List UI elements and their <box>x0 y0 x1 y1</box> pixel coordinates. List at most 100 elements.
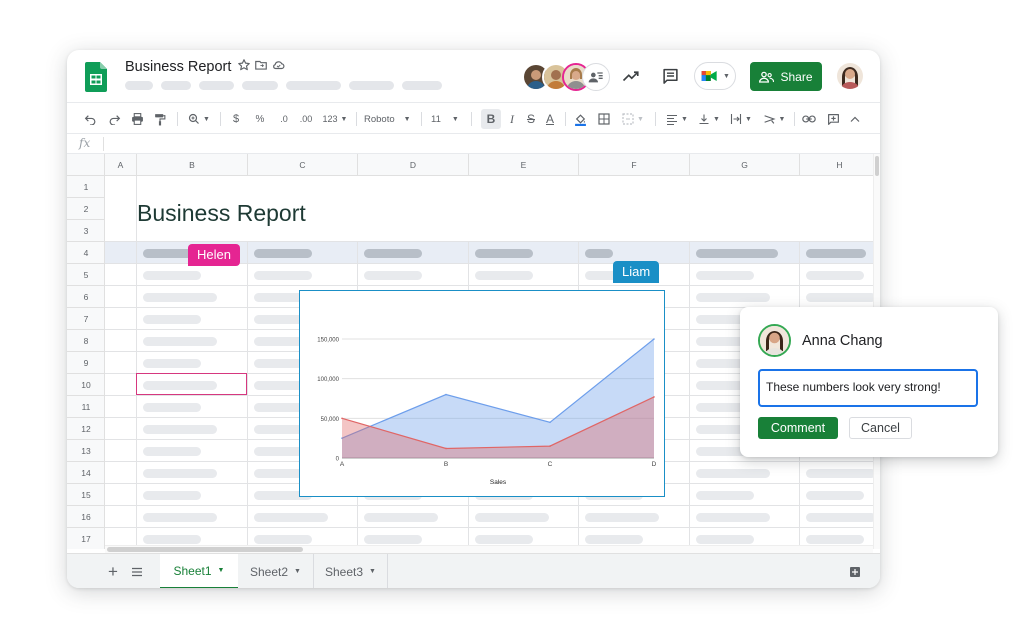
cell-placeholder[interactable] <box>475 513 549 522</box>
borders-icon[interactable] <box>596 109 612 129</box>
cell-placeholder[interactable] <box>143 359 201 368</box>
cell-placeholder[interactable] <box>806 491 864 500</box>
cell-placeholder[interactable] <box>143 315 201 324</box>
select-all-corner[interactable] <box>67 154 105 176</box>
cell-placeholder[interactable] <box>143 513 217 522</box>
cell-placeholder[interactable] <box>364 513 438 522</box>
font-size-select[interactable]: 11 ▼ <box>431 109 463 129</box>
redo-icon[interactable] <box>105 109 123 129</box>
row-header[interactable]: 16 <box>67 506 105 528</box>
zoom-select[interactable]: ▼ <box>185 109 213 129</box>
cell-placeholder[interactable] <box>143 447 201 456</box>
menu-item[interactable] <box>286 81 341 90</box>
menu-item[interactable] <box>199 81 234 90</box>
increase-decimal-button[interactable]: .00 <box>297 109 315 129</box>
column-header[interactable]: H <box>800 154 880 176</box>
cell-placeholder[interactable] <box>143 491 201 500</box>
cell-placeholder[interactable] <box>806 535 864 544</box>
number-format-select[interactable]: 123 ▼ <box>320 109 350 129</box>
cell-placeholder[interactable] <box>143 469 217 478</box>
embedded-chart[interactable]: 0 50,000 100,000 150,000 A B C D Sales <box>299 290 665 497</box>
more-collaborators-icon[interactable] <box>582 63 610 91</box>
header-cell-placeholder[interactable] <box>696 249 778 258</box>
row-header[interactable]: 2 <box>67 198 105 220</box>
add-sheet-icon[interactable]: + <box>104 562 122 581</box>
cell-placeholder[interactable] <box>475 535 533 544</box>
undo-icon[interactable] <box>81 109 99 129</box>
cell-placeholder[interactable] <box>585 513 659 522</box>
column-header[interactable]: B <box>137 154 248 176</box>
menu-item[interactable] <box>161 81 191 90</box>
row-header[interactable]: 10 <box>67 374 105 396</box>
paint-format-icon[interactable] <box>151 109 169 129</box>
row-header[interactable]: 6 <box>67 286 105 308</box>
sheets-logo-icon[interactable] <box>85 62 107 92</box>
cell-placeholder[interactable] <box>696 513 770 522</box>
comments-icon[interactable] <box>658 64 682 88</box>
font-family-select[interactable]: Roboto ▼ <box>364 109 412 129</box>
decrease-decimal-button[interactable]: .0 <box>276 109 292 129</box>
sheet-tab[interactable]: Sheet3 ▼ <box>314 554 388 588</box>
print-icon[interactable] <box>128 109 146 129</box>
menu-item[interactable] <box>402 81 442 90</box>
all-sheets-icon[interactable] <box>128 563 146 581</box>
header-cell-placeholder[interactable] <box>585 249 613 258</box>
account-avatar[interactable] <box>837 63 863 89</box>
scroll-thumb[interactable] <box>107 547 303 552</box>
cloud-status-icon[interactable] <box>271 58 286 72</box>
move-to-folder-icon[interactable] <box>254 58 268 72</box>
cell-placeholder[interactable] <box>143 293 217 302</box>
vertical-align-icon[interactable]: ▼ <box>696 109 722 129</box>
explore-icon[interactable] <box>846 563 864 581</box>
row-header[interactable]: 9 <box>67 352 105 374</box>
sheet-heading[interactable]: Business Report <box>137 200 312 227</box>
cell-placeholder[interactable] <box>806 469 876 478</box>
cell-placeholder[interactable] <box>475 271 533 280</box>
cell-placeholder[interactable] <box>696 469 770 478</box>
cell-placeholder[interactable] <box>254 535 312 544</box>
column-header[interactable]: G <box>690 154 800 176</box>
row-header[interactable]: 3 <box>67 220 105 242</box>
cell-placeholder[interactable] <box>585 535 643 544</box>
cell-placeholder[interactable] <box>254 513 328 522</box>
cell-placeholder[interactable] <box>806 271 864 280</box>
column-header[interactable]: A <box>105 154 137 176</box>
scroll-thumb[interactable] <box>875 156 879 176</box>
star-icon[interactable] <box>237 58 251 72</box>
row-header[interactable]: 8 <box>67 330 105 352</box>
cell-placeholder[interactable] <box>364 535 422 544</box>
column-header[interactable]: E <box>469 154 579 176</box>
cell-placeholder[interactable] <box>806 293 876 302</box>
activity-dashboard-icon[interactable] <box>619 64 643 88</box>
row-header[interactable]: 15 <box>67 484 105 506</box>
text-color-button[interactable]: A <box>542 109 558 129</box>
cell-placeholder[interactable] <box>696 271 754 280</box>
collapse-toolbar-icon[interactable] <box>847 109 863 129</box>
cell-placeholder[interactable] <box>143 271 201 280</box>
column-header[interactable]: D <box>358 154 469 176</box>
merge-cells-icon[interactable]: ▼ <box>620 109 646 129</box>
cell-placeholder[interactable] <box>143 403 201 412</box>
comment-cancel-button[interactable]: Cancel <box>849 417 912 439</box>
row-header[interactable]: 12 <box>67 418 105 440</box>
comment-submit-button[interactable]: Comment <box>758 417 838 439</box>
currency-format-button[interactable]: $ <box>230 109 242 129</box>
header-cell-placeholder[interactable] <box>475 249 533 258</box>
cell-placeholder[interactable] <box>254 271 312 280</box>
fill-color-icon[interactable] <box>572 109 588 129</box>
sheet-tab[interactable]: Sheet1 ▼ <box>160 554 238 588</box>
row-header[interactable]: 17 <box>67 528 105 549</box>
row-header[interactable]: 5 <box>67 264 105 286</box>
strikethrough-button[interactable]: S <box>523 109 539 129</box>
cell-placeholder[interactable] <box>696 535 754 544</box>
row-header[interactable]: 14 <box>67 462 105 484</box>
cell-placeholder[interactable] <box>364 271 422 280</box>
menu-item[interactable] <box>125 81 153 90</box>
header-cell-placeholder[interactable] <box>254 249 312 258</box>
row-header[interactable]: 1 <box>67 176 105 198</box>
horizontal-scrollbar[interactable] <box>105 545 873 553</box>
comment-input[interactable]: These numbers look very strong! <box>758 369 978 407</box>
cell-placeholder[interactable] <box>143 535 201 544</box>
share-button[interactable]: Share <box>750 62 822 91</box>
text-wrapping-icon[interactable]: ▼ <box>728 109 754 129</box>
